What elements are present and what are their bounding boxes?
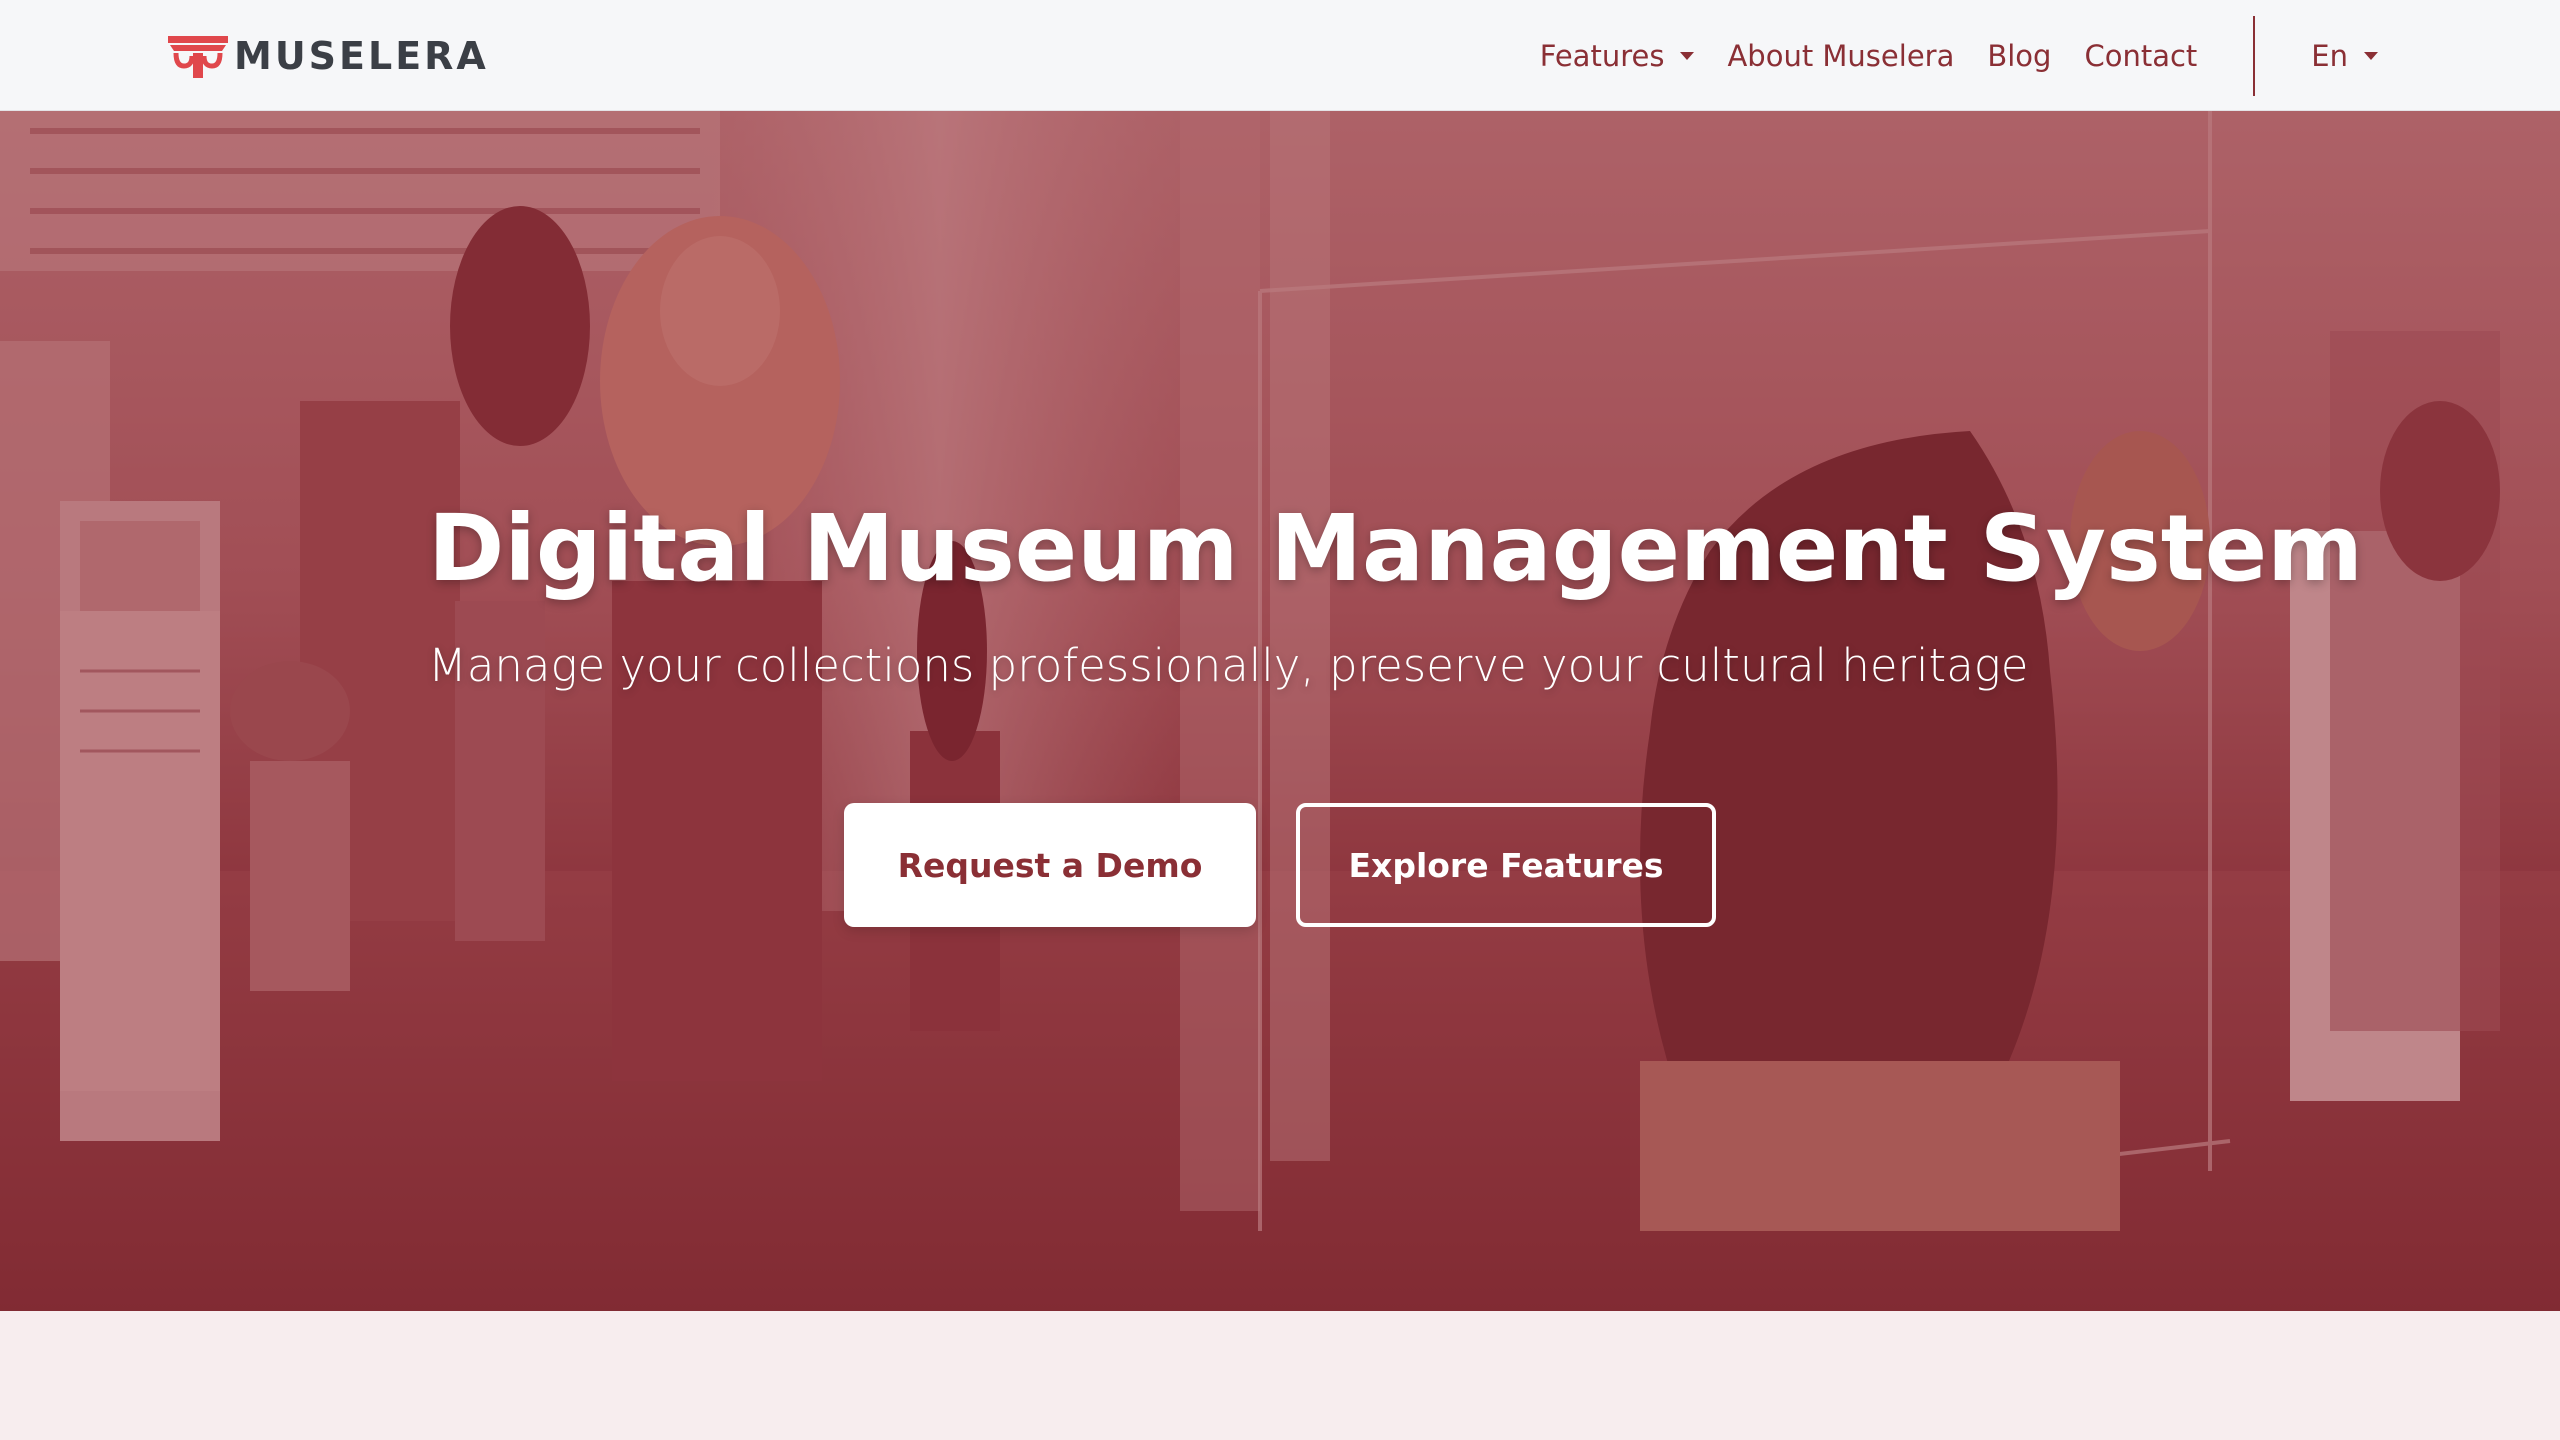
nav-blog-link[interactable]: Blog bbox=[1987, 39, 2051, 73]
nav-about-link[interactable]: About Muselera bbox=[1727, 39, 1954, 73]
nav-features-dropdown[interactable]: Features bbox=[1540, 39, 1695, 73]
brand-name: MUSELERA bbox=[234, 34, 489, 78]
hero-overlay bbox=[0, 111, 2560, 1311]
hero-content: Digital Museum Management System Manage … bbox=[428, 494, 2363, 696]
caret-down-icon bbox=[2364, 51, 2378, 60]
nav-divider bbox=[2253, 15, 2256, 96]
nav-features-label: Features bbox=[1539, 38, 1665, 73]
request-demo-button[interactable]: Request a Demo bbox=[844, 803, 1256, 927]
language-label: En bbox=[2311, 38, 2348, 73]
caret-down-icon bbox=[1680, 51, 1695, 60]
explore-features-button[interactable]: Explore Features bbox=[1296, 803, 1716, 927]
hero-subtitle: Manage your collections professionally, … bbox=[428, 639, 2029, 692]
hero-section: Digital Museum Management System Manage … bbox=[0, 111, 2560, 1311]
main-nav: Features About Muselera Blog Contact En bbox=[1540, 0, 2560, 111]
nav-contact-link[interactable]: Contact bbox=[2084, 39, 2197, 73]
hero-title: Digital Museum Management System bbox=[428, 495, 2363, 602]
column-capital-logo-icon bbox=[168, 36, 228, 78]
next-section bbox=[0, 1311, 2560, 1440]
language-dropdown[interactable]: En bbox=[2311, 39, 2378, 73]
navbar: MUSELERA Features About Muselera Blog Co… bbox=[0, 0, 2560, 111]
brand-home-link[interactable]: MUSELERA bbox=[166, 32, 489, 80]
